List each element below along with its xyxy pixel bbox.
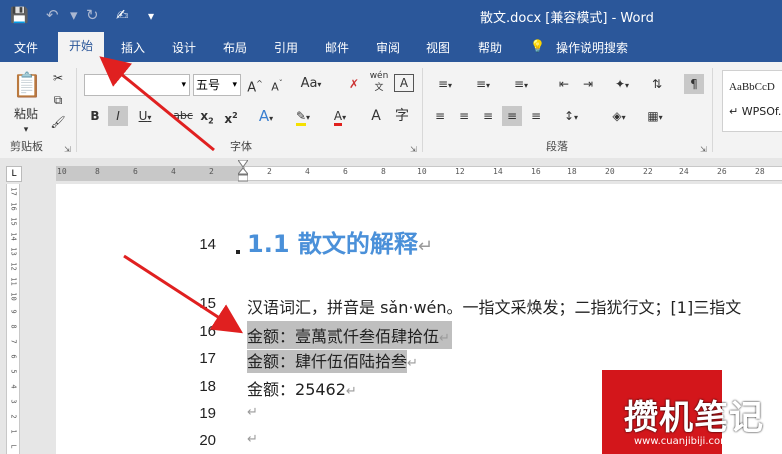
arrow-to-home-tab	[99, 56, 215, 152]
arrow-to-amount-line	[123, 254, 244, 334]
annotation-arrows	[99, 56, 244, 334]
